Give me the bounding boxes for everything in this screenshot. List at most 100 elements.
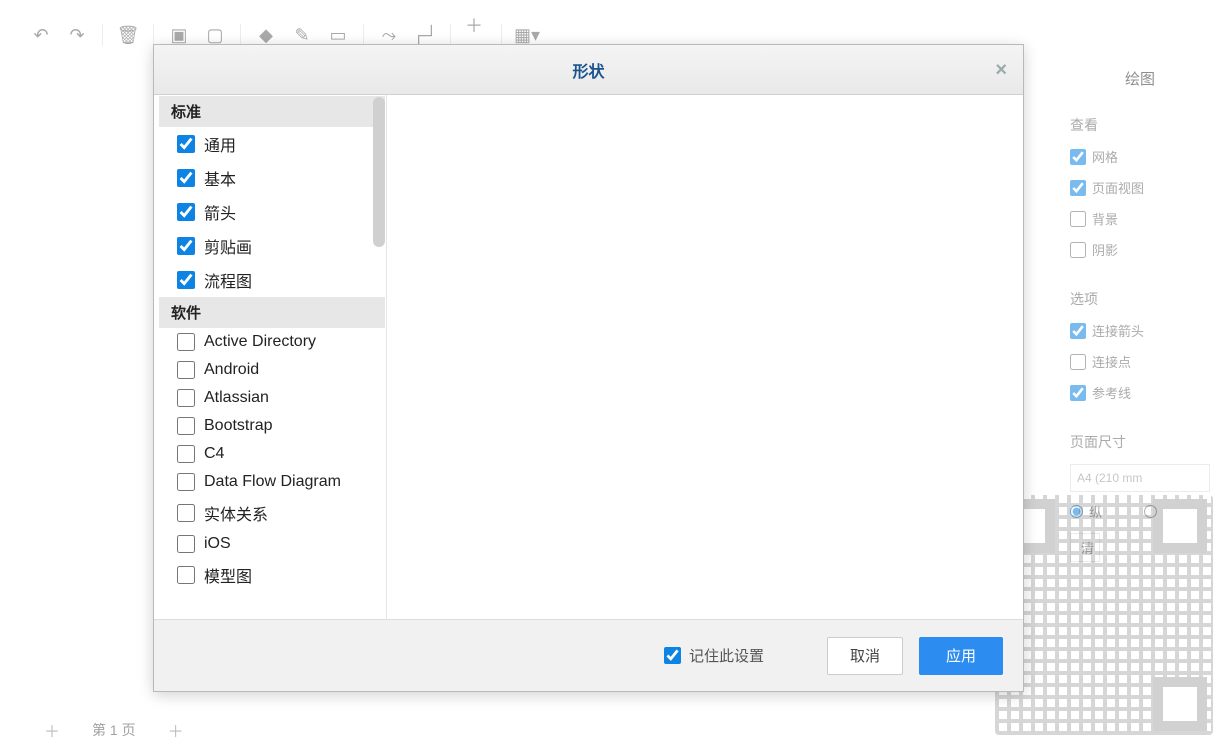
er-label: 实体关系	[204, 501, 268, 525]
shape-list-scroll[interactable]: 标准 通用 基本 箭头 剪贴画	[159, 96, 385, 619]
arrows-checkbox[interactable]	[177, 203, 195, 221]
connpoints-checkbox[interactable]	[1070, 354, 1086, 370]
shape-item-flowchart[interactable]: 流程图	[159, 263, 385, 297]
shape-item-bootstrap[interactable]: Bootstrap	[159, 412, 385, 440]
format-panel: 绘图 查看 网格 页面视图 背景 阴影 选项 连接箭头 连接点 参考线 页面尺寸…	[1055, 50, 1225, 562]
remember-checkbox[interactable]	[664, 647, 681, 664]
shape-item-c4[interactable]: C4	[159, 440, 385, 468]
page-tab-1[interactable]: 第 1 页	[82, 720, 146, 740]
line-icon[interactable]: ✎	[291, 24, 313, 46]
options-guides-row[interactable]: 参考线	[1070, 383, 1225, 402]
background-checkbox[interactable]	[1070, 211, 1086, 227]
options-connpoints-row[interactable]: 连接点	[1070, 352, 1225, 371]
qr-corner-icon	[1153, 677, 1207, 731]
mockup-checkbox[interactable]	[177, 566, 195, 584]
shape-item-atlassian[interactable]: Atlassian	[159, 384, 385, 412]
android-label: Android	[204, 361, 259, 379]
cancel-button[interactable]: 取消	[827, 637, 903, 675]
shadow-icon[interactable]: ▭	[327, 24, 349, 46]
separator	[450, 24, 451, 46]
ad-label: Active Directory	[204, 333, 316, 351]
dfd-checkbox[interactable]	[177, 473, 195, 491]
basic-label: 基本	[204, 166, 236, 190]
delete-icon[interactable]: 🗑	[117, 24, 139, 46]
pagesize-section-title: 页面尺寸	[1070, 432, 1225, 452]
shapes-dialog: 形状 × 标准 通用 基本 箭头 剪贴画	[153, 44, 1024, 692]
view-section-title: 查看	[1070, 115, 1225, 135]
shape-item-dfd[interactable]: Data Flow Diagram	[159, 468, 385, 496]
shape-item-android[interactable]: Android	[159, 356, 385, 384]
shape-item-ad[interactable]: Active Directory	[159, 328, 385, 356]
shadow-checkbox[interactable]	[1070, 242, 1086, 258]
fill-icon[interactable]: ◆	[255, 24, 277, 46]
page-tabs: ＋ 第 1 页 ＋	[40, 715, 188, 745]
remember-label: 记住此设置	[689, 645, 764, 666]
view-grid-row[interactable]: 网格	[1070, 147, 1225, 166]
connection-icon[interactable]: ⤳	[378, 24, 400, 46]
flowchart-label: 流程图	[204, 268, 252, 292]
separator	[240, 24, 241, 46]
guides-checkbox[interactable]	[1070, 385, 1086, 401]
plus-icon[interactable]: ＋▾	[465, 24, 487, 46]
scrollbar-thumb[interactable]	[373, 97, 385, 247]
connarrows-checkbox[interactable]	[1070, 323, 1086, 339]
view-shadow-row[interactable]: 阴影	[1070, 240, 1225, 259]
dialog-footer: 记住此设置 取消 应用	[154, 619, 1023, 691]
add-page-icon[interactable]: ＋	[164, 718, 188, 742]
shape-item-basic[interactable]: 基本	[159, 161, 385, 195]
shape-item-general[interactable]: 通用	[159, 127, 385, 161]
bootstrap-checkbox[interactable]	[177, 417, 195, 435]
grid-checkbox[interactable]	[1070, 149, 1086, 165]
category-standard: 标准	[159, 96, 385, 127]
er-checkbox[interactable]	[177, 504, 195, 522]
shape-item-er[interactable]: 实体关系	[159, 496, 385, 530]
grid-label: 网格	[1092, 147, 1118, 166]
flowchart-checkbox[interactable]	[177, 271, 195, 289]
qr-code	[995, 495, 1213, 735]
separator	[363, 24, 364, 46]
options-connarrows-row[interactable]: 连接箭头	[1070, 321, 1225, 340]
clipart-label: 剪贴画	[204, 234, 252, 258]
separator	[501, 24, 502, 46]
to-back-icon[interactable]: ▢	[204, 24, 226, 46]
background-label: 背景	[1092, 209, 1118, 228]
dfd-label: Data Flow Diagram	[204, 473, 341, 491]
shape-preview-area	[386, 95, 1023, 619]
clipart-checkbox[interactable]	[177, 237, 195, 255]
view-background-row[interactable]: 背景	[1070, 209, 1225, 228]
pageview-label: 页面视图	[1092, 178, 1144, 197]
general-checkbox[interactable]	[177, 135, 195, 153]
connarrows-label: 连接箭头	[1092, 321, 1144, 340]
apply-button[interactable]: 应用	[919, 637, 1003, 675]
separator	[153, 24, 154, 46]
dialog-title: 形状	[572, 58, 604, 82]
shape-item-ios[interactable]: iOS	[159, 530, 385, 558]
pagesize-select[interactable]	[1070, 464, 1225, 492]
atlassian-checkbox[interactable]	[177, 389, 195, 407]
pagesize-input[interactable]	[1070, 464, 1210, 492]
view-pageview-row[interactable]: 页面视图	[1070, 178, 1225, 197]
remember-setting-row[interactable]: 记住此设置	[154, 645, 764, 666]
undo-icon[interactable]: ↶	[30, 24, 52, 46]
dialog-body: 标准 通用 基本 箭头 剪贴画	[154, 95, 1023, 619]
to-front-icon[interactable]: ▣	[168, 24, 190, 46]
android-checkbox[interactable]	[177, 361, 195, 379]
ios-checkbox[interactable]	[177, 535, 195, 553]
qr-corner-icon	[1153, 499, 1207, 553]
atlassian-label: Atlassian	[204, 389, 269, 407]
basic-checkbox[interactable]	[177, 169, 195, 187]
add-page-icon[interactable]: ＋	[40, 718, 64, 742]
table-icon[interactable]: ▦▾	[516, 24, 538, 46]
shape-item-arrows[interactable]: 箭头	[159, 195, 385, 229]
options-section-title: 选项	[1070, 289, 1225, 309]
waypoint-icon[interactable]: ┌┘	[414, 24, 436, 46]
pageview-checkbox[interactable]	[1070, 180, 1086, 196]
shadow-label: 阴影	[1092, 240, 1118, 259]
ad-checkbox[interactable]	[177, 333, 195, 351]
shape-item-mockup[interactable]: 模型图	[159, 558, 385, 592]
shape-item-clipart[interactable]: 剪贴画	[159, 229, 385, 263]
c4-checkbox[interactable]	[177, 445, 195, 463]
close-icon[interactable]: ×	[995, 59, 1007, 82]
general-label: 通用	[204, 132, 236, 156]
redo-icon[interactable]: ↷	[66, 24, 88, 46]
